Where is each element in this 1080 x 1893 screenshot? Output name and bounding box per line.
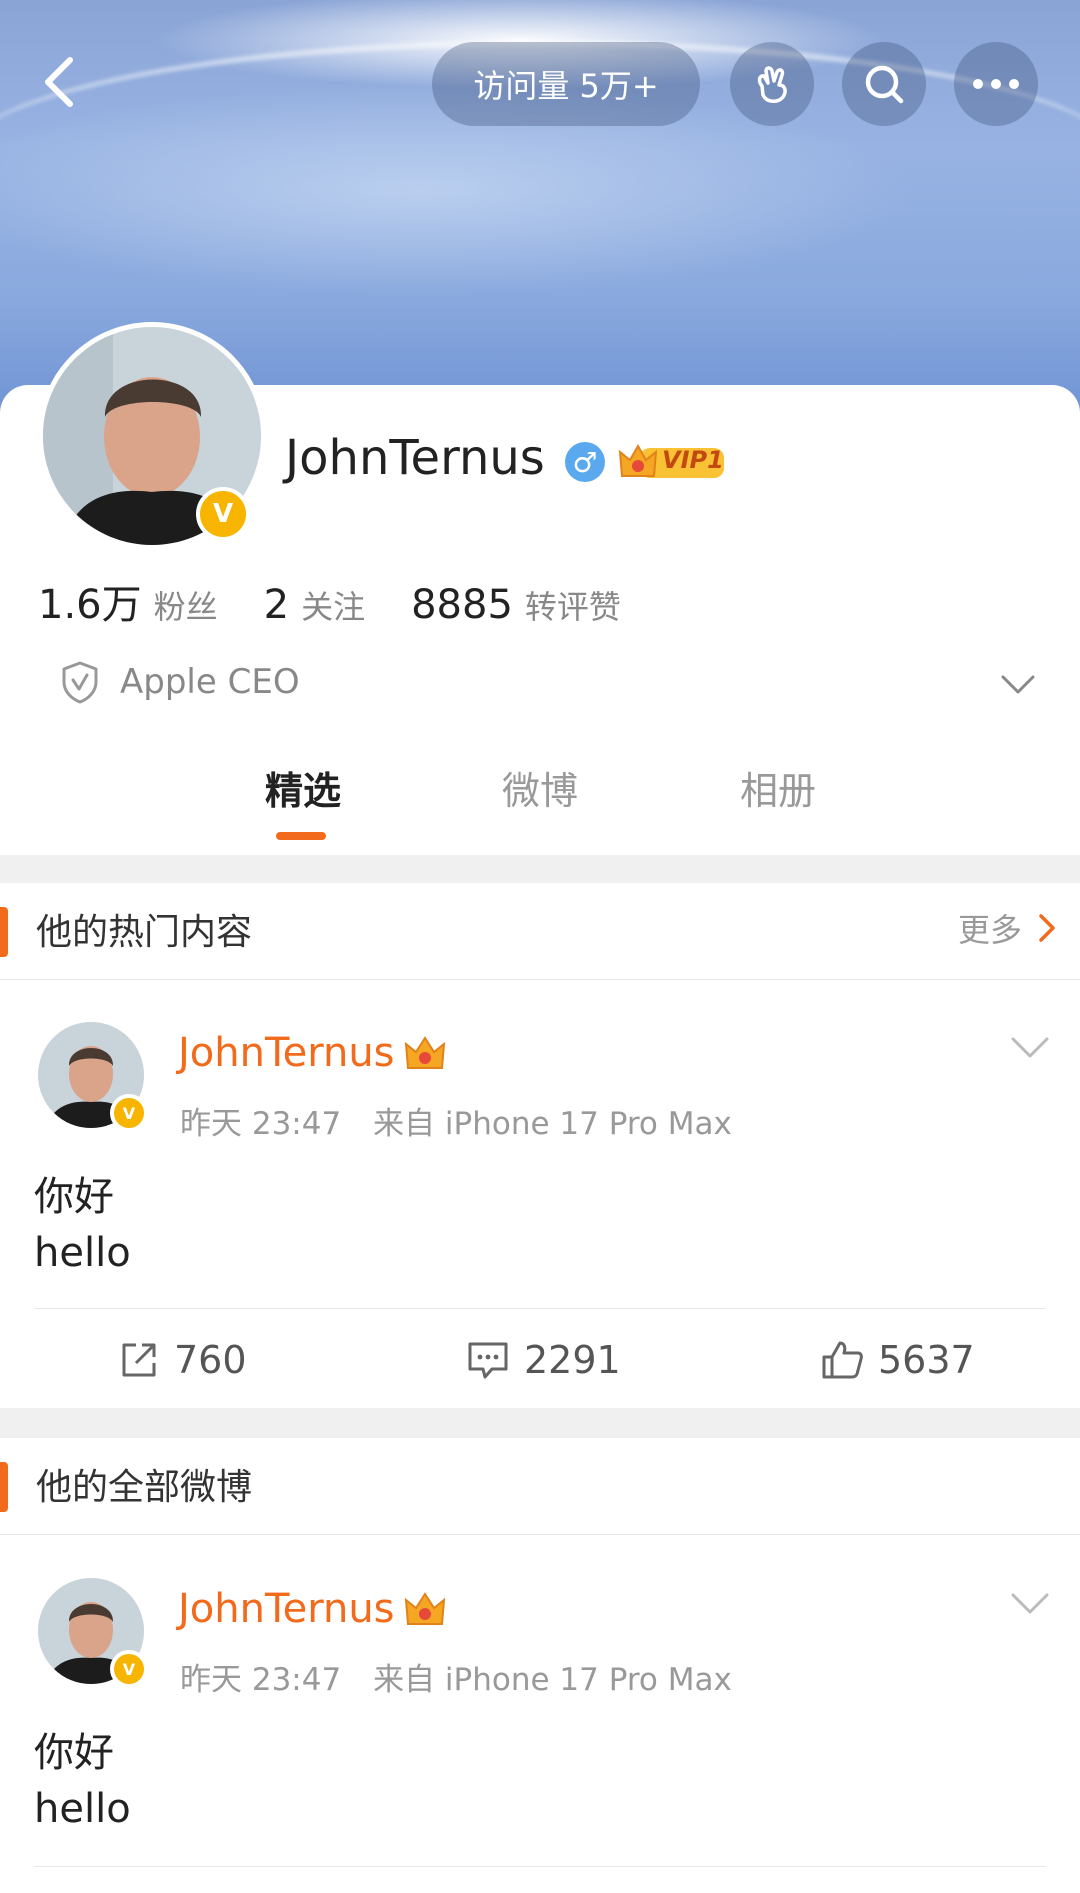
verified-badge-icon: V	[110, 1650, 148, 1688]
hot-content-title: 他的热门内容	[36, 912, 253, 953]
tab-album[interactable]: 相册	[740, 760, 816, 815]
more-button[interactable]: 更多	[958, 905, 1056, 951]
hand-gesture-icon	[757, 66, 787, 103]
verified-badge-icon: V	[196, 487, 250, 541]
section-divider	[0, 1408, 1080, 1438]
following-label[interactable]: 关注	[301, 582, 365, 628]
more-options-button[interactable]	[954, 42, 1038, 126]
vip-badge[interactable]: VIP1	[618, 440, 724, 482]
post-text-line-2: hello	[34, 1230, 131, 1276]
verification-info[interactable]: Apple CEO	[60, 660, 300, 704]
section-accent-bar	[0, 907, 8, 957]
header-divider	[0, 979, 1080, 980]
like-count: 5637	[878, 1338, 975, 1382]
comment-button[interactable]: 2291	[466, 1338, 621, 1382]
section-accent-bar	[0, 1462, 8, 1512]
header-divider	[0, 1534, 1080, 1535]
visit-count-label: 访问量 5万+	[473, 67, 659, 105]
repost-share-icon	[122, 1343, 156, 1377]
back-arrow-icon	[45, 57, 73, 107]
repost-count: 760	[174, 1338, 247, 1382]
thumbs-up-icon	[822, 1341, 863, 1379]
following-count[interactable]: 2	[264, 582, 289, 628]
profile-name: JohnTernus	[285, 430, 545, 486]
like-button[interactable]: 5637	[820, 1338, 975, 1382]
tab-weibo[interactable]: 微博	[502, 760, 578, 815]
hot-content-header: 他的热门内容 更多	[0, 883, 1080, 979]
post-text-line-1: 你好	[34, 1174, 114, 1220]
post-source: 来自 iPhone 17 Pro Max	[373, 1106, 732, 1142]
gesture-button[interactable]	[730, 42, 814, 126]
post-options-chevron-down-icon[interactable]	[1010, 1592, 1050, 1616]
comment-count: 2291	[524, 1338, 621, 1382]
chevron-right-icon	[1039, 914, 1055, 942]
expand-profile-chevron-down-icon[interactable]	[1000, 674, 1036, 696]
search-button[interactable]	[842, 42, 926, 126]
post-source: 来自 iPhone 17 Pro Max	[373, 1662, 732, 1698]
post-time: 昨天 23:47	[180, 1662, 342, 1698]
profile-stats: 1.6万 粉丝 2 关注 8885 转评赞	[38, 572, 667, 630]
vip-label: VIP1	[662, 446, 724, 474]
followers-count[interactable]: 1.6万	[38, 572, 142, 630]
post-meta: 昨天 23:47 来自 iPhone 17 Pro Max	[180, 1654, 732, 1699]
all-posts-title: 他的全部微博	[36, 1467, 253, 1508]
shield-check-icon	[62, 661, 98, 704]
profile-tabs: 精选 微博 相册	[0, 760, 1080, 840]
all-posts-header: 他的全部微博	[0, 1438, 1080, 1534]
search-icon	[865, 65, 904, 104]
more-dots-icon	[973, 79, 1019, 89]
back-button[interactable]	[32, 52, 92, 112]
vip-crown-icon	[404, 1592, 446, 1625]
post-author-name[interactable]: JohnTernus	[178, 1586, 395, 1632]
interactions-label: 转评赞	[524, 588, 621, 626]
post-divider	[34, 1308, 1046, 1309]
post-text-line-1: 你好	[34, 1730, 114, 1776]
male-gender-icon: ♂	[565, 442, 605, 482]
visit-count-pill[interactable]: 访问量 5万+	[432, 42, 700, 126]
section-divider	[0, 855, 1080, 883]
post-options-chevron-down-icon[interactable]	[1010, 1036, 1050, 1060]
verification-text: Apple CEO	[120, 662, 300, 702]
tab-featured[interactable]: 精选	[265, 760, 341, 815]
active-tab-indicator	[276, 832, 326, 840]
verified-badge-icon: V	[110, 1094, 148, 1132]
post-author-name[interactable]: JohnTernus	[178, 1030, 395, 1076]
followers-label[interactable]: 粉丝	[154, 582, 218, 628]
comment-bubble-icon	[468, 1342, 508, 1379]
more-label: 更多	[957, 911, 1022, 949]
interactions-count: 8885	[411, 582, 513, 628]
vip-crown-icon	[404, 1036, 446, 1069]
repost-button[interactable]: 760	[118, 1338, 247, 1382]
post-text-line-2: hello	[34, 1786, 131, 1832]
post-time: 昨天 23:47	[180, 1106, 342, 1142]
post-meta: 昨天 23:47 来自 iPhone 17 Pro Max	[180, 1098, 732, 1143]
post-divider	[34, 1866, 1046, 1867]
